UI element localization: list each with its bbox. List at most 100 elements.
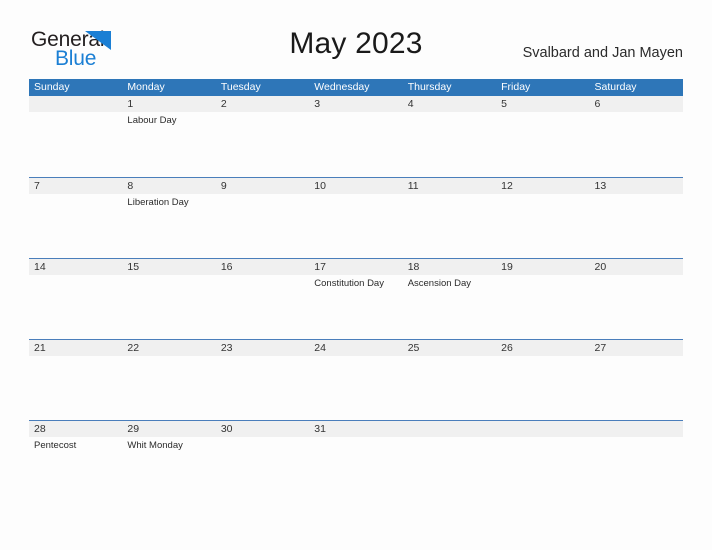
day-number: 28	[34, 423, 46, 435]
calendar-day-cell[interactable]	[29, 96, 122, 177]
calendar-day-cell[interactable]: 12	[496, 178, 589, 259]
day-number: 26	[501, 342, 513, 354]
day-event	[314, 194, 402, 196]
day-number: 16	[220, 261, 233, 273]
calendar-day-cell[interactable]: 7	[29, 178, 122, 259]
calendar-day-cell[interactable]: 16	[216, 259, 309, 340]
day-event: Pentecost	[34, 440, 77, 451]
day-event	[34, 356, 122, 358]
day-number: 17	[314, 261, 326, 273]
day-event	[127, 275, 215, 277]
calendar-day-cell[interactable]: 10	[309, 178, 402, 259]
calendar-day-cell[interactable]: 24	[309, 340, 402, 421]
day-number: 20	[594, 261, 607, 273]
day-number: 12	[501, 180, 513, 192]
day-event	[314, 356, 402, 358]
day-event	[501, 112, 589, 114]
day-event: Whit Monday	[127, 440, 183, 451]
day-number: 27	[594, 342, 607, 354]
calendar-day-cell[interactable]: 30	[216, 421, 309, 502]
calendar-day-cell[interactable]: 26	[496, 340, 589, 421]
day-number	[408, 421, 496, 437]
calendar-day-cell[interactable]: 13	[590, 178, 683, 259]
calendar-week-row: 28 Pentecost 29 Whit Monday 30 31	[29, 420, 683, 501]
day-event	[501, 194, 589, 196]
calendar-day-cell[interactable]: 29 Whit Monday	[122, 421, 215, 502]
day-number: 8	[127, 180, 134, 192]
weekday-header-wednesday: Wednesday	[314, 81, 370, 93]
day-number: 1	[127, 98, 134, 110]
day-event: Constitution Day	[314, 278, 384, 289]
day-number: 6	[594, 98, 601, 110]
day-number: 3	[314, 98, 321, 110]
calendar-day-cell[interactable]: 21	[29, 340, 122, 421]
calendar-day-cell[interactable]: 8 Liberation Day	[122, 178, 215, 259]
day-number: 19	[501, 261, 513, 273]
calendar-day-cell[interactable]: 14	[29, 259, 122, 340]
day-event	[34, 112, 122, 114]
weekday-header-friday: Friday	[501, 81, 531, 93]
calendar-day-cell[interactable]: 5	[496, 96, 589, 177]
calendar-day-cell[interactable]: 2	[216, 96, 309, 177]
calendar-grid: Sunday Monday Tuesday Wednesday Thursday…	[29, 79, 683, 501]
calendar-day-cell[interactable]: 28 Pentecost	[29, 421, 122, 502]
calendar-day-cell[interactable]: 6	[590, 96, 683, 177]
day-number: 14	[34, 261, 46, 273]
calendar-day-cell[interactable]: 18 Ascension Day	[403, 259, 496, 340]
calendar-day-cell[interactable]	[403, 421, 496, 502]
day-number: 15	[127, 261, 140, 273]
day-event	[501, 437, 589, 439]
day-event	[408, 356, 496, 358]
calendar-day-cell[interactable]: 31	[309, 421, 402, 502]
calendar-day-cell[interactable]	[590, 421, 683, 502]
day-number: 30	[220, 423, 233, 435]
day-event	[127, 356, 215, 358]
weekday-header-row: Sunday Monday Tuesday Wednesday Thursday…	[29, 79, 683, 96]
day-event	[408, 437, 496, 439]
day-event	[221, 437, 309, 439]
day-number: 24	[314, 342, 326, 354]
page-header: General Blue May 2023 Svalbard and Jan M…	[0, 0, 712, 78]
day-number: 10	[314, 180, 326, 192]
weekday-header-saturday: Saturday	[594, 81, 637, 93]
day-number: 7	[34, 180, 40, 192]
calendar-day-cell[interactable]: 9	[216, 178, 309, 259]
calendar-day-cell[interactable]: 1 Labour Day	[122, 96, 215, 177]
day-number	[595, 421, 683, 437]
weekday-header-monday: Monday	[127, 81, 165, 93]
calendar-day-cell[interactable]: 11	[403, 178, 496, 259]
day-event: Liberation Day	[127, 197, 189, 208]
day-number: 5	[501, 98, 507, 110]
day-event: Labour Day	[127, 115, 177, 126]
calendar-day-cell[interactable]: 4	[403, 96, 496, 177]
day-number: 22	[127, 342, 140, 354]
day-event	[314, 112, 402, 114]
day-number: 25	[407, 342, 420, 354]
day-number: 29	[127, 423, 140, 435]
calendar-day-cell[interactable]: 15	[122, 259, 215, 340]
day-event	[34, 194, 122, 196]
weekday-header-sunday: Sunday	[34, 81, 70, 93]
calendar-week-row: 7 8 Liberation Day 9 10 11 12 13	[29, 177, 683, 258]
calendar-day-cell[interactable]: 23	[216, 340, 309, 421]
day-number: 4	[407, 98, 414, 110]
calendar-day-cell[interactable]: 3	[309, 96, 402, 177]
calendar-day-cell[interactable]: 25	[403, 340, 496, 421]
day-number: 21	[34, 342, 46, 354]
calendar-day-cell[interactable]: 27	[590, 340, 683, 421]
calendar-day-cell[interactable]: 17 Constitution Day	[309, 259, 402, 340]
calendar-day-cell[interactable]	[496, 421, 589, 502]
day-number: 23	[220, 342, 233, 354]
day-event	[595, 194, 683, 196]
calendar-day-cell[interactable]: 20	[590, 259, 683, 340]
day-event	[501, 356, 589, 358]
day-event	[221, 194, 309, 196]
calendar-day-cell[interactable]: 19	[496, 259, 589, 340]
day-number: 31	[314, 423, 326, 435]
day-event	[408, 194, 496, 196]
weekday-header-thursday: Thursday	[407, 81, 452, 93]
day-event	[221, 356, 309, 358]
calendar-day-cell[interactable]: 22	[122, 340, 215, 421]
day-event	[595, 356, 683, 358]
day-event	[408, 112, 496, 114]
